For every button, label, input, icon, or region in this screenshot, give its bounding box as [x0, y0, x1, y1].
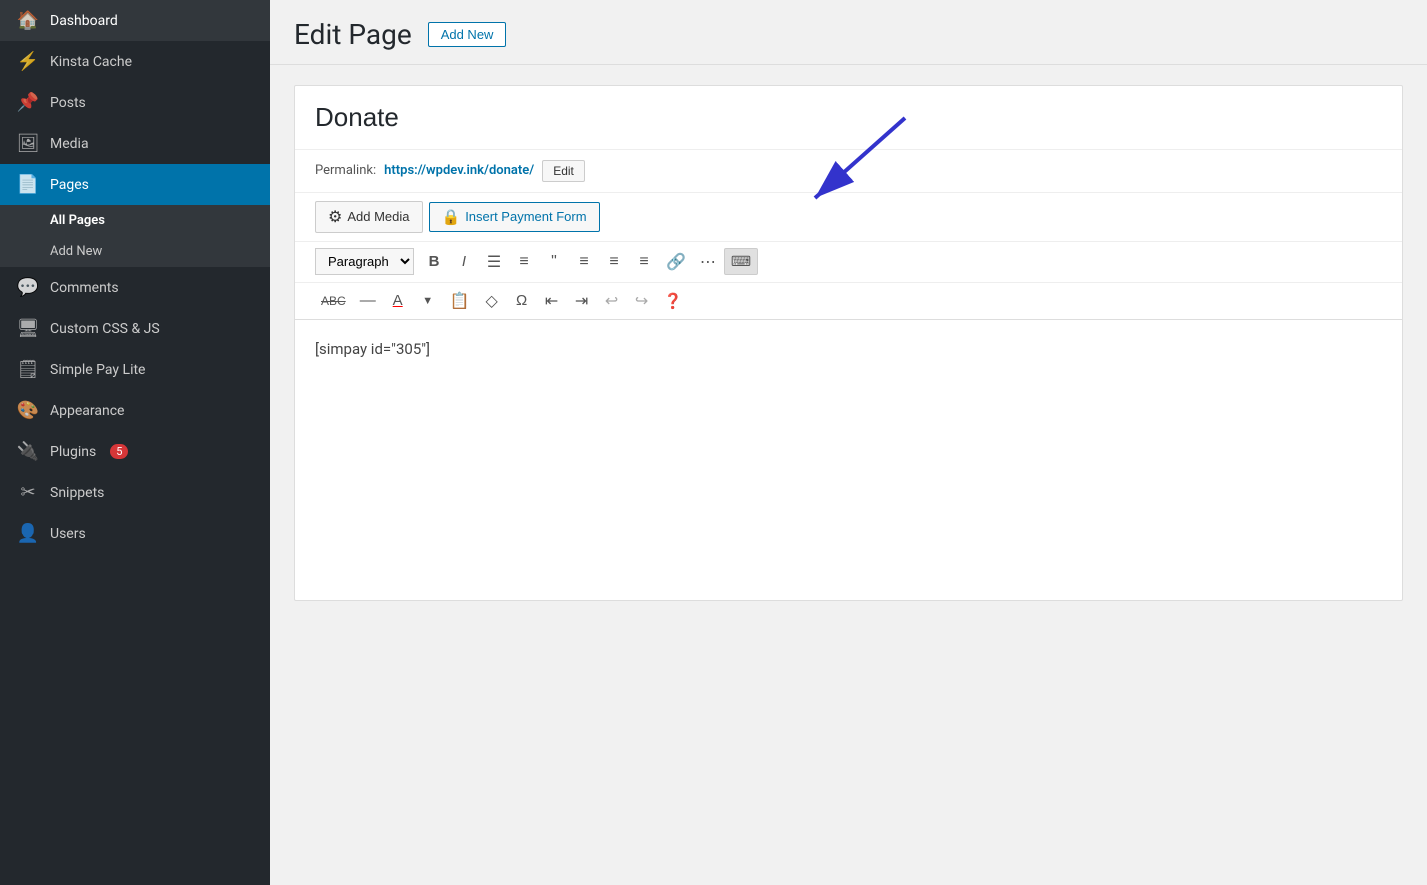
appearance-icon: 🎨 [16, 400, 40, 421]
hr-button[interactable]: — [354, 288, 382, 314]
sidebar-item-snippets[interactable]: ✂ Snippets [0, 472, 270, 513]
posts-icon: 📌 [16, 92, 40, 113]
paste-text-button[interactable]: 📋 [444, 287, 476, 315]
link-button[interactable]: 🔗 [660, 248, 692, 276]
sidebar-item-label: Posts [50, 95, 86, 111]
sidebar-item-comments[interactable]: 💬 Comments [0, 267, 270, 308]
simpay-icon: 🗒 [16, 359, 40, 380]
format-toolbar2: ABC — A ▼ 📋 ◇ Ω ⇤ ⇥ ↩ ↪ ❓ [295, 283, 1402, 320]
sidebar-item-add-new[interactable]: Add New [0, 236, 270, 267]
insert-payment-label: Insert Payment Form [465, 209, 586, 224]
sidebar-item-label: Plugins [50, 444, 96, 460]
shortcode-content: [simpay id="305"] [315, 340, 430, 358]
sidebar: 🏠 Dashboard ⚡ Kinsta Cache 📌 Posts 🖼 Med… [0, 0, 270, 885]
toolbar-row1: ⚙ Add Media 🔒 Insert Payment Form [295, 193, 1402, 242]
sidebar-item-kinsta-cache[interactable]: ⚡ Kinsta Cache [0, 41, 270, 82]
editor-content[interactable]: [simpay id="305"] [295, 320, 1402, 600]
post-title-input[interactable] [315, 102, 1382, 133]
dashboard-icon: 🏠 [16, 10, 40, 31]
strikethrough-button[interactable]: ABC [315, 290, 352, 312]
sidebar-item-media[interactable]: 🖼 Media [0, 123, 270, 164]
format-toolbar: Paragraph Heading 1 Heading 2 Heading 3 … [295, 242, 1402, 283]
page-header: Edit Page Add New [270, 0, 1427, 65]
help-button[interactable]: ❓ [658, 288, 689, 314]
ordered-list-button[interactable]: ≡ [510, 249, 538, 275]
insert-payment-button[interactable]: 🔒 Insert Payment Form [429, 202, 600, 232]
kinsta-icon: ⚡ [16, 51, 40, 72]
post-title-area [295, 86, 1402, 150]
sidebar-item-label: Comments [50, 280, 119, 296]
text-color-button[interactable]: A [384, 288, 412, 313]
sidebar-item-custom-css-js[interactable]: 🖥 Custom CSS & JS [0, 308, 270, 349]
sidebar-item-pages[interactable]: 📄 Pages [0, 164, 270, 205]
pages-icon: 📄 [16, 174, 40, 195]
snippets-icon: ✂ [16, 482, 40, 503]
sidebar-item-label: Appearance [50, 403, 124, 419]
sidebar-item-plugins[interactable]: 🔌 Plugins 5 [0, 431, 270, 472]
outdent-button[interactable]: ⇤ [538, 287, 566, 315]
sidebar-item-label: Pages [50, 177, 89, 193]
align-center-button[interactable]: ≡ [600, 249, 628, 275]
format-select[interactable]: Paragraph Heading 1 Heading 2 Heading 3 [315, 248, 414, 275]
text-color-dropdown[interactable]: ▼ [414, 291, 442, 311]
sidebar-item-label: Custom CSS & JS [50, 321, 160, 337]
users-icon: 👤 [16, 523, 40, 544]
more-button[interactable]: ⋯ [694, 248, 722, 276]
page-title: Edit Page [294, 18, 412, 52]
content-area: Permalink: https://wpdev.ink/donate/ Edi… [270, 65, 1427, 885]
insert-payment-icon: 🔒 [442, 208, 461, 226]
permalink-link[interactable]: https://wpdev.ink/donate/ [384, 163, 534, 178]
align-left-button[interactable]: ≡ [570, 249, 598, 275]
blockquote-button[interactable]: " [540, 249, 568, 275]
sidebar-item-appearance[interactable]: 🎨 Appearance [0, 390, 270, 431]
add-media-button[interactable]: ⚙ Add Media [315, 201, 423, 233]
main-content: Edit Page Add New Permalink: https://wpd… [270, 0, 1427, 885]
sidebar-item-users[interactable]: 👤 Users [0, 513, 270, 554]
editor-wrap: Permalink: https://wpdev.ink/donate/ Edi… [294, 85, 1403, 601]
undo-button[interactable]: ↩ [598, 287, 626, 315]
italic-button[interactable]: I [450, 249, 478, 274]
sidebar-item-label: Media [50, 136, 89, 152]
add-media-icon: ⚙ [328, 207, 342, 227]
sidebar-item-dashboard[interactable]: 🏠 Dashboard [0, 0, 270, 41]
sidebar-item-label: Simple Pay Lite [50, 362, 145, 378]
comments-icon: 💬 [16, 277, 40, 298]
add-media-label: Add Media [347, 209, 409, 224]
indent-button[interactable]: ⇥ [568, 287, 596, 315]
add-new-button[interactable]: Add New [428, 22, 507, 47]
keyboard-shortcuts-button[interactable]: ⌨ [724, 248, 758, 275]
pages-submenu: All Pages Add New [0, 205, 270, 267]
permalink-label: Permalink: [315, 163, 376, 178]
sidebar-item-all-pages[interactable]: All Pages [0, 205, 270, 236]
sidebar-item-simple-pay-lite[interactable]: 🗒 Simple Pay Lite [0, 349, 270, 390]
media-icon: 🖼 [16, 133, 40, 154]
redo-button[interactable]: ↪ [628, 287, 656, 315]
plugins-icon: 🔌 [16, 441, 40, 462]
clear-format-button[interactable]: ◇ [478, 287, 506, 315]
permalink-edit-button[interactable]: Edit [542, 160, 585, 182]
sidebar-item-posts[interactable]: 📌 Posts [0, 82, 270, 123]
sidebar-item-label: Dashboard [50, 13, 118, 29]
special-char-button[interactable]: Ω [508, 288, 536, 313]
sidebar-item-label: Kinsta Cache [50, 54, 132, 70]
align-right-button[interactable]: ≡ [630, 249, 658, 275]
sidebar-item-label: Snippets [50, 485, 104, 501]
custom-css-icon: 🖥 [16, 318, 40, 339]
unordered-list-button[interactable]: ☰ [480, 248, 508, 276]
permalink-bar: Permalink: https://wpdev.ink/donate/ Edi… [295, 150, 1402, 193]
sidebar-item-label: Users [50, 526, 86, 542]
bold-button[interactable]: B [420, 249, 448, 274]
plugins-badge: 5 [110, 444, 128, 459]
